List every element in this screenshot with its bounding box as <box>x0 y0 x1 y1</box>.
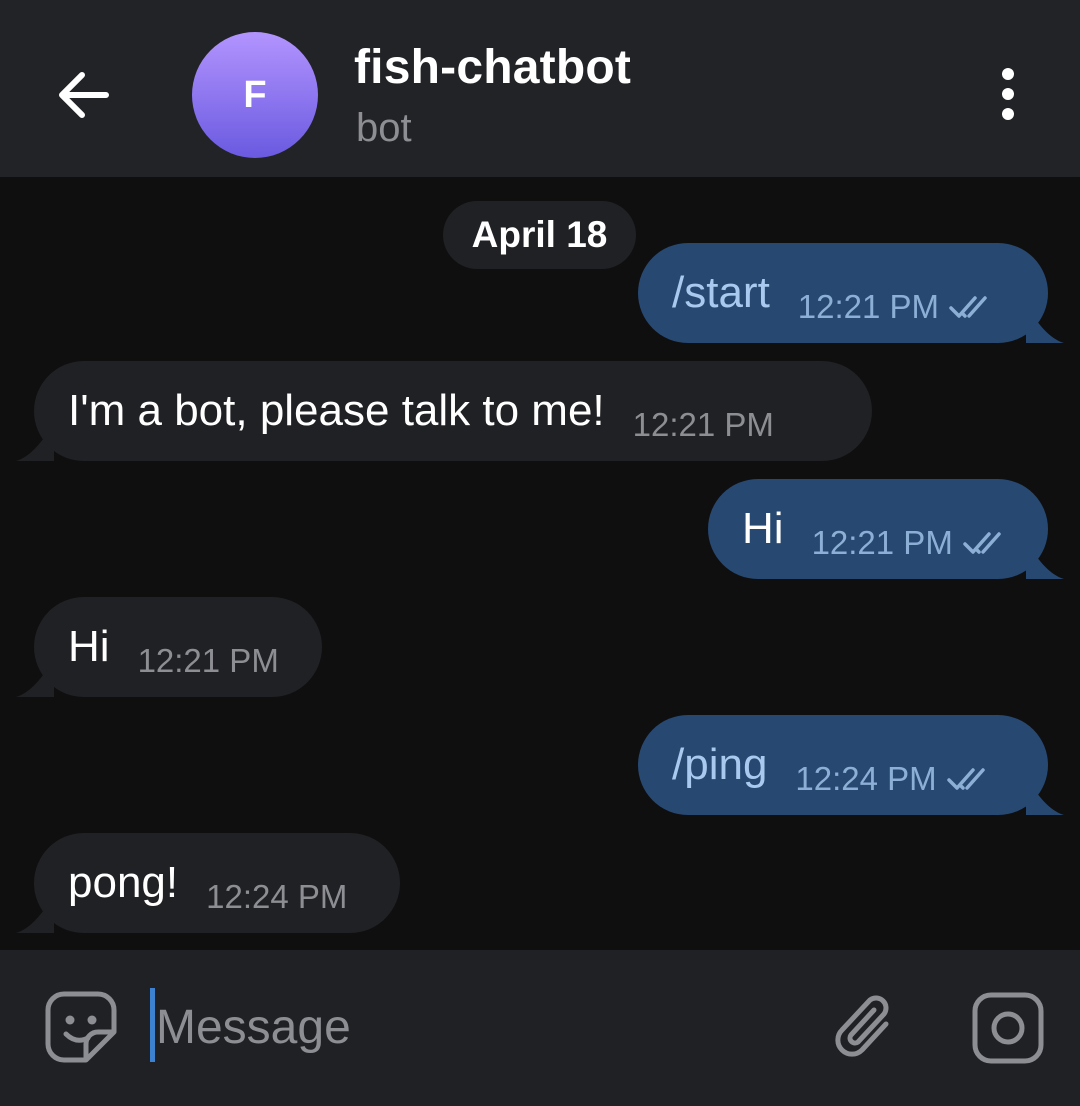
paperclip-icon <box>835 995 889 1057</box>
message-outgoing[interactable]: /start 12:21 PM <box>638 243 1048 343</box>
message-text: /ping <box>672 740 768 789</box>
sticker-button[interactable] <box>44 990 118 1064</box>
message-text: pong! <box>68 858 179 907</box>
message-time: 12:21 PM <box>811 524 953 561</box>
more-options-button[interactable] <box>984 62 1032 126</box>
avatar-letter: F <box>243 73 267 116</box>
message-time: 12:24 PM <box>206 878 348 915</box>
text-cursor <box>150 988 155 1062</box>
message-time: 12:21 PM <box>632 406 774 443</box>
camera-button[interactable] <box>970 990 1046 1066</box>
message-incoming[interactable]: pong! 12:24 PM <box>34 833 400 933</box>
bubble-tail <box>16 421 54 461</box>
back-button[interactable] <box>48 60 118 130</box>
bubble-tail <box>1026 775 1064 815</box>
attach-button[interactable] <box>830 990 902 1064</box>
message-incoming[interactable]: Hi 12:21 PM <box>34 597 322 697</box>
message-outgoing[interactable]: Hi 12:21 PM <box>708 479 1048 579</box>
double-check-icon <box>946 768 985 790</box>
message-text: Hi <box>68 622 110 671</box>
message-text: Hi <box>742 504 784 553</box>
sticker-icon <box>45 991 117 1063</box>
message-incoming[interactable]: I'm a bot, please talk to me! 12:21 PM <box>34 361 872 461</box>
chat-title[interactable]: fish-chatbot <box>354 40 631 95</box>
bubble-tail <box>1026 539 1064 579</box>
message-list[interactable]: April 18 /start 12:21 PM I'm a bot, plea… <box>0 177 1080 950</box>
message-time: 12:21 PM <box>797 288 940 325</box>
double-check-icon <box>963 532 1001 554</box>
message-time: 12:24 PM <box>795 760 937 797</box>
message-text: I'm a bot, please talk to me! <box>68 386 605 435</box>
bubble-tail <box>16 893 54 933</box>
message-input[interactable] <box>156 992 796 1062</box>
avatar[interactable]: F <box>192 32 318 158</box>
bubble-tail <box>1026 303 1064 343</box>
double-check-icon <box>949 296 987 318</box>
chat-screen: F fish-chatbot bot April 18 /start 12:21… <box>0 0 1080 1106</box>
message-time: 12:21 PM <box>137 642 279 679</box>
message-text: /start <box>672 268 770 317</box>
bubble-tail <box>16 657 54 697</box>
chat-header: F fish-chatbot bot <box>0 0 1080 177</box>
chat-subtitle: bot <box>356 106 412 150</box>
arrow-left-icon <box>59 72 109 118</box>
message-outgoing[interactable]: /ping 12:24 PM <box>638 715 1048 815</box>
camera-icon <box>972 992 1044 1064</box>
more-vertical-icon <box>1002 68 1014 120</box>
date-separator: April 18 <box>443 201 636 269</box>
